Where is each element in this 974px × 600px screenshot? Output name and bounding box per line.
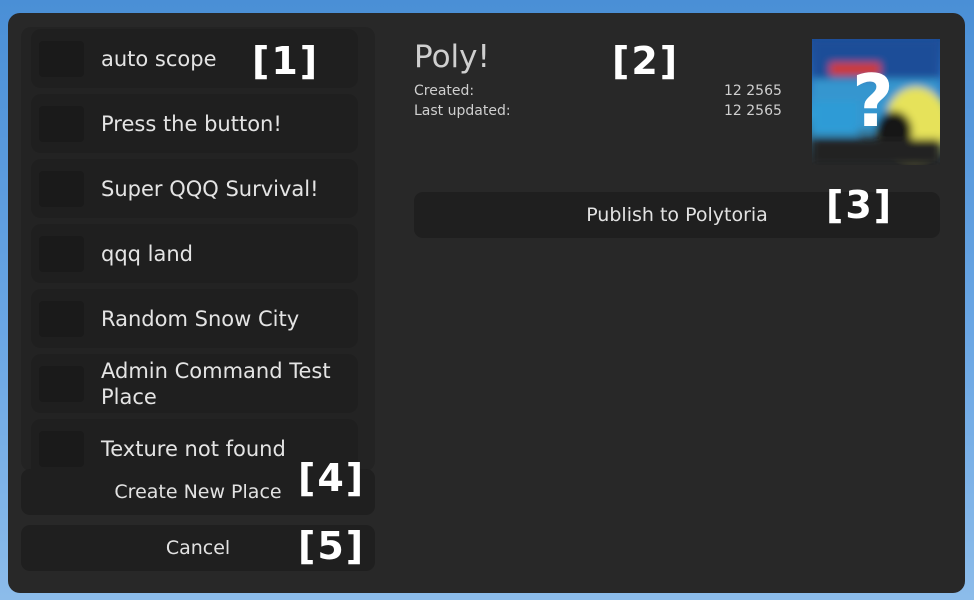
annotation-marker-3: [3] [826,183,894,227]
updated-label: Last updated: [414,103,511,119]
list-item[interactable]: Press the button! [31,94,358,153]
place-name: Press the button! [101,111,282,136]
place-thumbnail [39,366,84,402]
created-label: Created: [414,83,475,99]
place-name: Random Snow City [101,306,300,331]
place-list[interactable]: auto scope Press the button! Super QQQ S… [21,27,375,471]
place-name: qqq land [101,241,194,266]
annotation-marker-1: [1] [252,39,320,83]
annotation-marker-4: [4] [298,456,366,500]
place-title: Poly! [414,39,490,75]
place-thumbnail [39,41,84,77]
place-name: Admin Command Test Place [101,358,331,409]
place-thumbnail [39,236,84,272]
list-item[interactable]: Admin Command Test Place [31,354,358,413]
place-thumbnail [39,171,84,207]
place-name: Super QQQ Survival! [101,176,319,201]
list-item[interactable]: qqq land [31,224,358,283]
place-thumbnail [39,106,84,142]
created-value: 12 2565 [724,83,782,99]
updated-value: 12 2565 [724,103,782,119]
list-item[interactable]: Super QQQ Survival! [31,159,358,218]
question-mark-icon: ? [852,59,894,143]
annotation-marker-5: [5] [298,524,366,568]
annotation-marker-2: [2] [612,39,680,83]
publish-dialog: auto scope Press the button! Super QQQ S… [8,13,965,593]
place-thumbnail [39,431,84,467]
list-item[interactable]: Random Snow City [31,289,358,348]
place-thumbnail [39,301,84,337]
place-thumbnail-preview: ? [812,39,940,165]
